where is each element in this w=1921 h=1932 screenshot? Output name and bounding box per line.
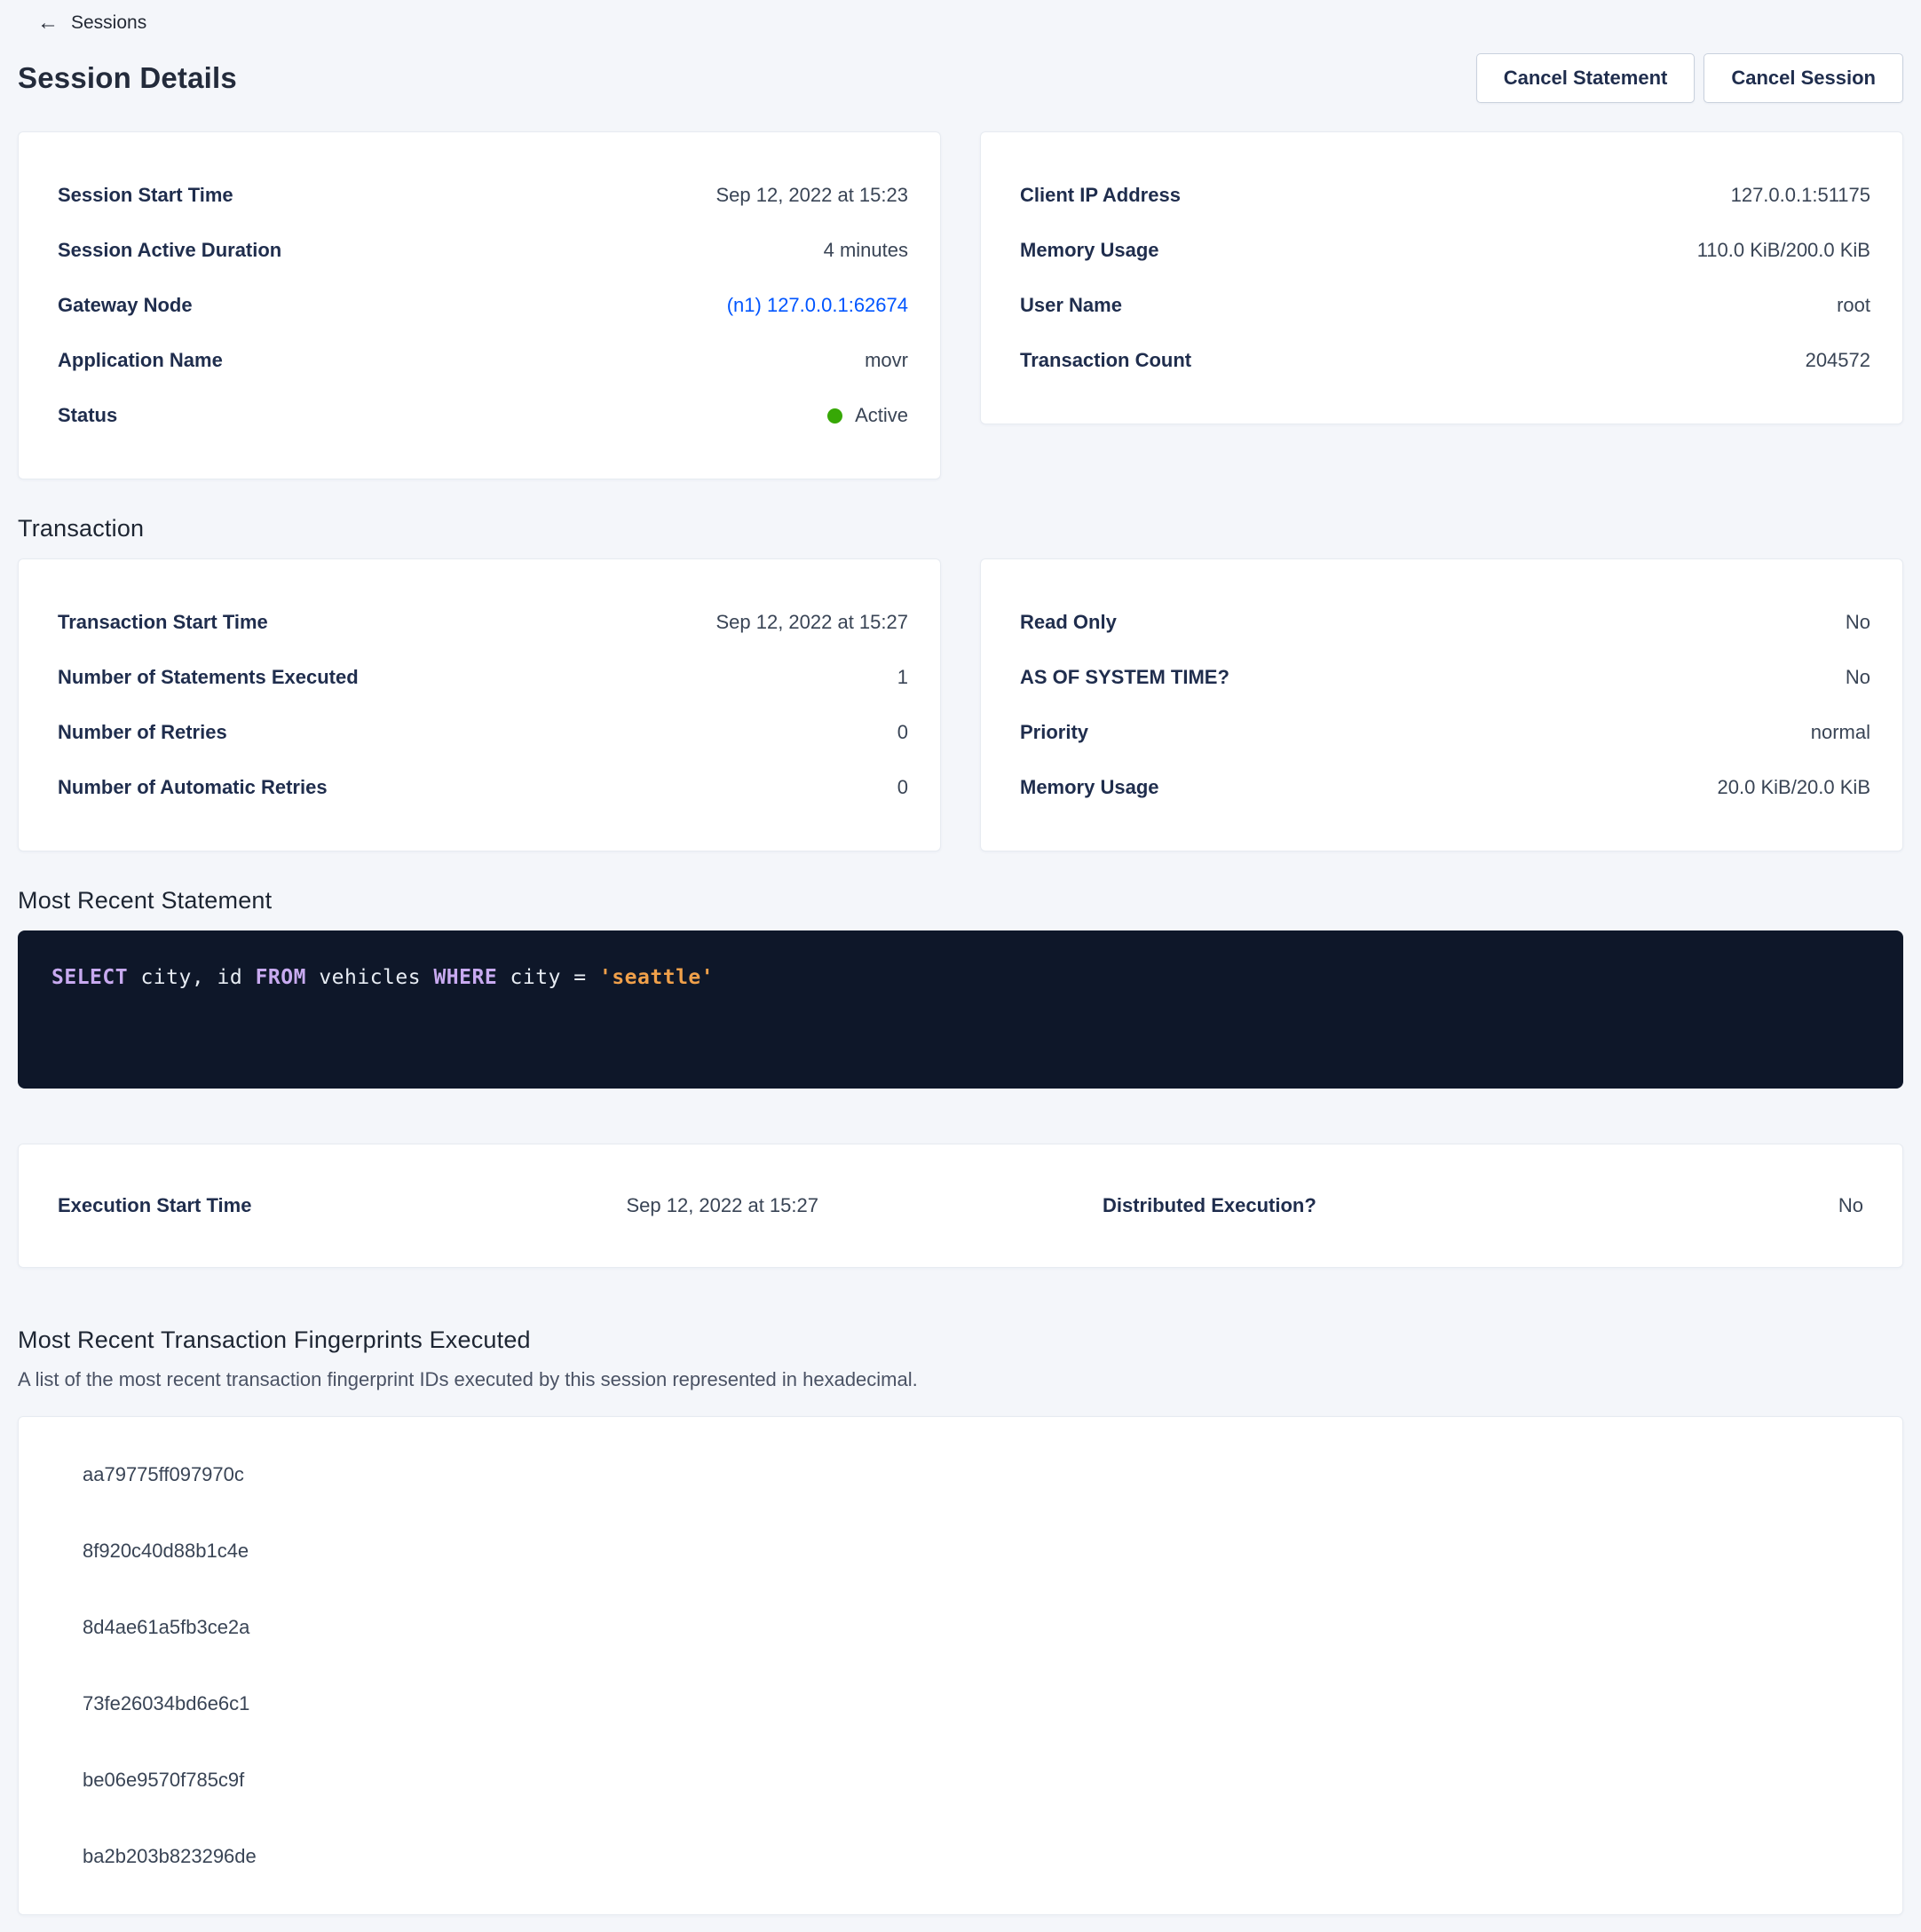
detail-value: 1 — [897, 666, 908, 689]
detail-value: Sep 12, 2022 at 15:27 — [715, 611, 908, 634]
sql-statement: SELECT city, id FROM vehicles WHERE city… — [51, 966, 1870, 989]
session-details-page: ← Sessions Session Details Cancel Statem… — [0, 0, 1921, 1915]
detail-value: No — [1846, 666, 1870, 689]
detail-value: normal — [1811, 721, 1870, 744]
detail-label: Number of Statements Executed — [58, 666, 359, 689]
detail-label: Transaction Count — [1020, 349, 1191, 372]
fingerprint-item: 8f920c40d88b1c4e — [83, 1513, 1863, 1589]
fingerprint-item: aa79775ff097970c — [83, 1437, 1863, 1513]
detail-value: No — [1846, 611, 1870, 634]
detail-row: User Name root — [1020, 278, 1870, 333]
cancel-session-button[interactable]: Cancel Session — [1704, 53, 1903, 103]
detail-label: Memory Usage — [1020, 239, 1159, 262]
detail-value: movr — [865, 349, 908, 372]
detail-row: Application Name movr — [58, 333, 908, 388]
fingerprint-item: 73fe26034bd6e6c1 — [83, 1666, 1863, 1742]
session-summary-cards: Session Start Time Sep 12, 2022 at 15:23… — [18, 131, 1903, 479]
detail-label: Priority — [1020, 721, 1088, 744]
detail-row: Gateway Node (n1) 127.0.0.1:62674 — [58, 278, 908, 333]
cancel-statement-button[interactable]: Cancel Statement — [1476, 53, 1696, 103]
page-title: Session Details — [18, 61, 237, 95]
detail-row: Priority normal — [1020, 705, 1870, 760]
detail-row: Memory Usage 20.0 KiB/20.0 KiB — [1020, 760, 1870, 815]
transaction-section-title: Transaction — [18, 515, 1903, 542]
detail-value: No — [1838, 1194, 1863, 1217]
gateway-node-link[interactable]: (n1) 127.0.0.1:62674 — [727, 294, 908, 317]
back-link-label: Sessions — [71, 12, 146, 34]
detail-value: 204572 — [1806, 349, 1870, 372]
status-active-dot-icon — [827, 408, 842, 424]
detail-value: 0 — [897, 776, 908, 799]
detail-label: Execution Start Time — [58, 1194, 251, 1217]
detail-row: Number of Automatic Retries 0 — [58, 760, 908, 815]
detail-label: Client IP Address — [1020, 184, 1181, 207]
detail-value: Sep 12, 2022 at 15:23 — [715, 184, 908, 207]
detail-value: 0 — [897, 721, 908, 744]
fingerprints-section-title: Most Recent Transaction Fingerprints Exe… — [18, 1326, 1903, 1354]
sql-keyword: SELECT — [51, 966, 128, 989]
fingerprint-item: ba2b203b823296de — [83, 1818, 1863, 1895]
detail-value: Sep 12, 2022 at 15:27 — [626, 1194, 818, 1217]
sql-text: vehicles — [306, 966, 433, 989]
detail-label: Application Name — [58, 349, 223, 372]
header-buttons: Cancel Statement Cancel Session — [1476, 53, 1903, 103]
transaction-card-left: Transaction Start Time Sep 12, 2022 at 1… — [18, 558, 941, 851]
detail-row: Status Active — [58, 388, 908, 443]
status-text: Active — [855, 404, 908, 427]
detail-label: Gateway Node — [58, 294, 193, 317]
fingerprint-item: be06e9570f785c9f — [83, 1742, 1863, 1818]
detail-row: Execution Start Time Sep 12, 2022 at 15:… — [58, 1178, 818, 1233]
transaction-card-right: Read Only No AS OF SYSTEM TIME? No Prior… — [980, 558, 1903, 851]
statement-section-title: Most Recent Statement — [18, 887, 1903, 915]
fingerprints-subtitle: A list of the most recent transaction fi… — [18, 1368, 1903, 1391]
fingerprint-item: 8d4ae61a5fb3ce2a — [83, 1589, 1863, 1666]
session-card-left: Session Start Time Sep 12, 2022 at 15:23… — [18, 131, 941, 479]
detail-row: Session Start Time Sep 12, 2022 at 15:23 — [58, 168, 908, 223]
detail-row: Memory Usage 110.0 KiB/200.0 KiB — [1020, 223, 1870, 278]
detail-row: Client IP Address 127.0.0.1:51175 — [1020, 168, 1870, 223]
detail-value: root — [1837, 294, 1870, 317]
detail-label: Session Start Time — [58, 184, 233, 207]
detail-label: User Name — [1020, 294, 1122, 317]
back-to-sessions-link[interactable]: ← Sessions — [37, 0, 146, 34]
detail-label: Distributed Execution? — [1103, 1194, 1316, 1217]
sql-code-block: SELECT city, id FROM vehicles WHERE city… — [18, 930, 1903, 1089]
sql-keyword: WHERE — [433, 966, 497, 989]
detail-row: Number of Statements Executed 1 — [58, 650, 908, 705]
detail-row: Transaction Start Time Sep 12, 2022 at 1… — [58, 595, 908, 650]
detail-value: 20.0 KiB/20.0 KiB — [1718, 776, 1870, 799]
detail-label: Session Active Duration — [58, 239, 281, 262]
sql-text: city = — [497, 966, 599, 989]
detail-row: Distributed Execution? No — [1103, 1178, 1863, 1233]
detail-label: Number of Automatic Retries — [58, 776, 328, 799]
page-header: Session Details Cancel Statement Cancel … — [18, 53, 1903, 103]
fingerprints-card: aa79775ff097970c 8f920c40d88b1c4e 8d4ae6… — [18, 1416, 1903, 1915]
detail-label: Number of Retries — [58, 721, 227, 744]
detail-value: 4 minutes — [824, 239, 908, 262]
detail-label: AS OF SYSTEM TIME? — [1020, 666, 1229, 689]
detail-row: AS OF SYSTEM TIME? No — [1020, 650, 1870, 705]
detail-label: Memory Usage — [1020, 776, 1159, 799]
detail-row: Number of Retries 0 — [58, 705, 908, 760]
detail-label: Read Only — [1020, 611, 1117, 634]
sql-keyword: FROM — [256, 966, 306, 989]
session-card-right: Client IP Address 127.0.0.1:51175 Memory… — [980, 131, 1903, 424]
detail-label: Status — [58, 404, 117, 427]
transaction-cards: Transaction Start Time Sep 12, 2022 at 1… — [18, 558, 1903, 851]
detail-row: Session Active Duration 4 minutes — [58, 223, 908, 278]
sql-string-literal: 'seattle' — [599, 966, 714, 989]
detail-value: 127.0.0.1:51175 — [1731, 184, 1870, 207]
arrow-left-icon: ← — [37, 12, 59, 34]
status-badge: Active — [827, 404, 908, 427]
detail-label: Transaction Start Time — [58, 611, 268, 634]
sql-text: city, id — [128, 966, 255, 989]
detail-row: Transaction Count 204572 — [1020, 333, 1870, 388]
detail-value: 110.0 KiB/200.0 KiB — [1697, 239, 1870, 262]
execution-details-card: Execution Start Time Sep 12, 2022 at 15:… — [18, 1144, 1903, 1268]
detail-row: Read Only No — [1020, 595, 1870, 650]
